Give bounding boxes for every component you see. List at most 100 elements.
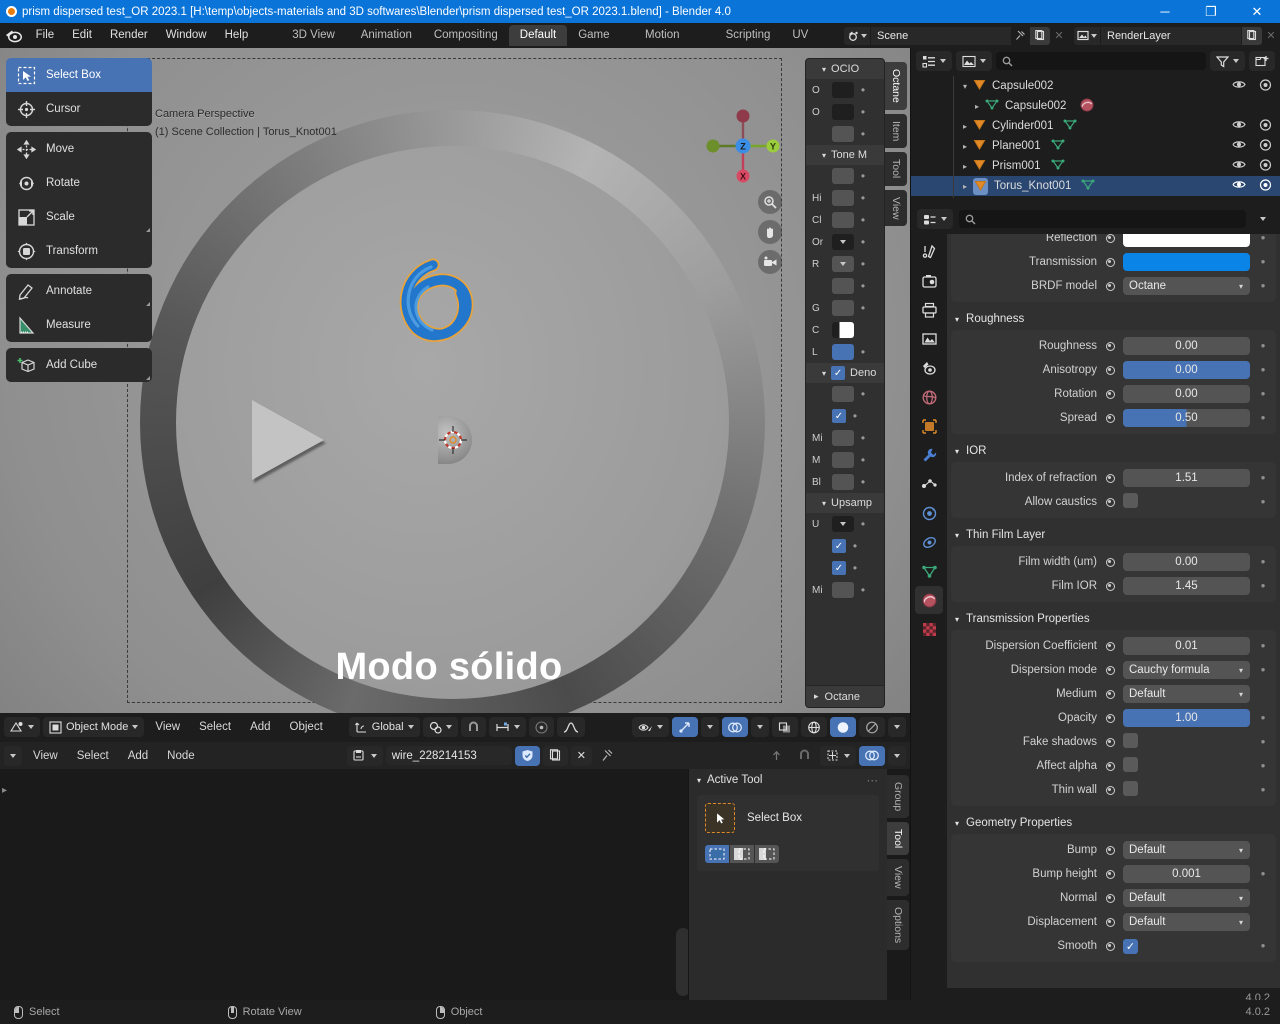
render-camera-icon[interactable] — [1259, 118, 1272, 134]
animate-property-icon[interactable] — [1103, 339, 1117, 353]
anisotropy-slider-field[interactable]: 0.00 — [1123, 361, 1250, 379]
npanel-section-upsampling[interactable]: ▾ Upsamp — [806, 493, 884, 513]
active-tool-display[interactable]: Select Box — [705, 803, 871, 833]
dispersion-coefficient-value-field[interactable]: 0.01 — [1123, 637, 1250, 655]
workspace-tab-default[interactable]: Default — [508, 25, 568, 46]
property-row-reflection[interactable]: Reflection • — [951, 234, 1276, 250]
property-row-bump-height[interactable]: Bump height 0.001 • — [951, 862, 1276, 886]
properties-tab-texture[interactable] — [915, 615, 943, 643]
roughness-value-field[interactable]: 0.00 — [1123, 337, 1250, 355]
visibility-eye-icon[interactable] — [1232, 139, 1246, 153]
animate-property-icon[interactable] — [1103, 663, 1117, 677]
npanel-row[interactable]: R • — [806, 253, 884, 275]
npanel-section-denoiser[interactable]: ▾ ✓ Deno — [806, 363, 884, 383]
pin-icon[interactable] — [1011, 27, 1029, 45]
expand-triangle-icon[interactable]: ▸ — [959, 142, 971, 151]
viewport-menu-add[interactable]: Add — [242, 721, 278, 733]
snap-target-selector[interactable] — [488, 717, 526, 737]
animate-property-icon[interactable] — [1103, 495, 1117, 509]
node-tab-options[interactable]: Options — [887, 900, 909, 951]
node-menu-node[interactable]: Node — [159, 750, 203, 762]
workspace-tab-3d-view-full[interactable]: 3D View Full — [281, 25, 349, 62]
node-editor-sidebar-toggle[interactable]: ▸ — [0, 769, 10, 1000]
affect-alpha-checkbox[interactable] — [1123, 757, 1138, 772]
visibility-eye-icon[interactable] — [1232, 79, 1246, 93]
blender-logo-icon[interactable] — [0, 23, 27, 48]
property-row-dispersion-coefficient[interactable]: Dispersion Coefficient 0.01 • — [951, 634, 1276, 658]
npanel-value-box[interactable] — [832, 474, 854, 490]
workspace-tab-animation[interactable]: Animation — [350, 25, 423, 46]
material-browse-icon[interactable] — [346, 745, 383, 766]
properties-tab-physics[interactable] — [915, 499, 943, 527]
property-dot[interactable]: • — [1256, 759, 1270, 772]
panel-drag-handle[interactable]: ⋯ — [867, 773, 880, 787]
normal-dropdown[interactable]: Default ▾ — [1123, 889, 1250, 907]
allow-caustics-checkbox[interactable] — [1123, 493, 1138, 508]
properties-tab-tool[interactable] — [915, 238, 943, 266]
property-row-transmission[interactable]: Transmission • — [951, 250, 1276, 274]
properties-content[interactable]: Reflection • Transmission • BRDF model O… — [947, 234, 1280, 988]
npanel-row[interactable]: • — [806, 165, 884, 187]
new-scene-icon[interactable] — [1030, 26, 1050, 45]
tool-measure[interactable]: Measure — [6, 308, 152, 342]
properties-tab-world[interactable] — [915, 383, 943, 411]
torus-knot-object[interactable] — [383, 253, 483, 349]
animate-property-icon[interactable] — [1103, 711, 1117, 725]
animate-property-icon[interactable] — [1103, 411, 1117, 425]
properties-tab-particles[interactable] — [915, 470, 943, 498]
npanel-row[interactable]: Hi • — [806, 187, 884, 209]
tool-transform[interactable]: Transform — [6, 234, 152, 268]
property-row-index-of-refraction[interactable]: Index of refraction 1.51 • — [951, 466, 1276, 490]
npanel-tab-view[interactable]: View — [885, 189, 907, 227]
npanel-row[interactable]: ✓ • — [806, 535, 884, 557]
property-row-displacement[interactable]: Displacement Default ▾ — [951, 910, 1276, 934]
animate-property-icon[interactable] — [1103, 471, 1117, 485]
opacity-slider-field[interactable]: 1.00 — [1123, 709, 1250, 727]
smooth-checkbox[interactable]: ✓ — [1123, 938, 1138, 954]
outliner-filter-mode-icon[interactable] — [956, 51, 992, 71]
render-camera-icon[interactable] — [1259, 78, 1272, 94]
film-width-value-field[interactable]: 0.00 — [1123, 553, 1250, 571]
viewlayer-name-field[interactable]: RenderLayer — [1101, 26, 1241, 45]
expand-triangle-icon[interactable]: ▾ — [959, 82, 971, 91]
properties-tab-constraints[interactable] — [915, 528, 943, 556]
navigation-gizmo[interactable]: Z Y X — [705, 108, 781, 184]
property-row-dispersion-mode[interactable]: Dispersion mode Cauchy formula ▾ • — [951, 658, 1276, 682]
npanel-row[interactable]: Cl • — [806, 209, 884, 231]
npanel-value-box[interactable] — [832, 278, 854, 294]
property-row-rotation[interactable]: Rotation 0.00 • — [951, 382, 1276, 406]
properties-tab-material[interactable] — [915, 586, 943, 614]
npanel-checkbox[interactable]: ✓ — [832, 561, 846, 575]
npanel-dropdown[interactable] — [832, 256, 854, 272]
tool-add-cube[interactable]: Add Cube — [6, 348, 152, 382]
render-camera-icon[interactable] — [1259, 138, 1272, 154]
npanel-row[interactable]: • — [806, 123, 884, 145]
npanel-row[interactable]: ✓ • — [806, 405, 884, 427]
scene-icon[interactable] — [844, 26, 870, 45]
npanel-value-box[interactable] — [832, 82, 854, 98]
new-material-icon[interactable] — [542, 745, 568, 766]
animate-property-icon[interactable] — [1103, 579, 1117, 593]
workspace-tab-scripting[interactable]: Scripting — [715, 25, 782, 46]
new-viewlayer-icon[interactable] — [1242, 26, 1262, 45]
property-dot[interactable]: • — [1256, 711, 1270, 724]
npanel-value-box[interactable] — [832, 168, 854, 184]
npanel-row[interactable]: • — [806, 275, 884, 297]
npanel-color-chip[interactable] — [832, 322, 854, 338]
node-menu-select[interactable]: Select — [69, 750, 117, 762]
property-dot[interactable]: • — [1256, 495, 1270, 508]
properties-tab-output[interactable] — [915, 296, 943, 324]
node-overlays-options[interactable] — [888, 745, 906, 766]
node-overlays-icon[interactable] — [859, 745, 885, 766]
select-mode-extend[interactable] — [730, 845, 754, 863]
snap-magnet-icon[interactable] — [460, 717, 486, 737]
property-dot[interactable]: • — [1256, 867, 1270, 880]
pan-hand-icon[interactable] — [758, 220, 782, 244]
npanel-row[interactable]: ✓ • — [806, 557, 884, 579]
visibility-eye-icon[interactable] — [1232, 119, 1246, 133]
outliner-row-capsule002-data[interactable]: ▸ Capsule002 — [911, 96, 1280, 116]
displacement-dropdown[interactable]: Default ▾ — [1123, 913, 1250, 931]
animate-property-icon[interactable] — [1103, 783, 1117, 797]
viewlayer-unlink-button[interactable]: ✕ — [1262, 27, 1280, 45]
properties-tab-render[interactable] — [915, 267, 943, 295]
